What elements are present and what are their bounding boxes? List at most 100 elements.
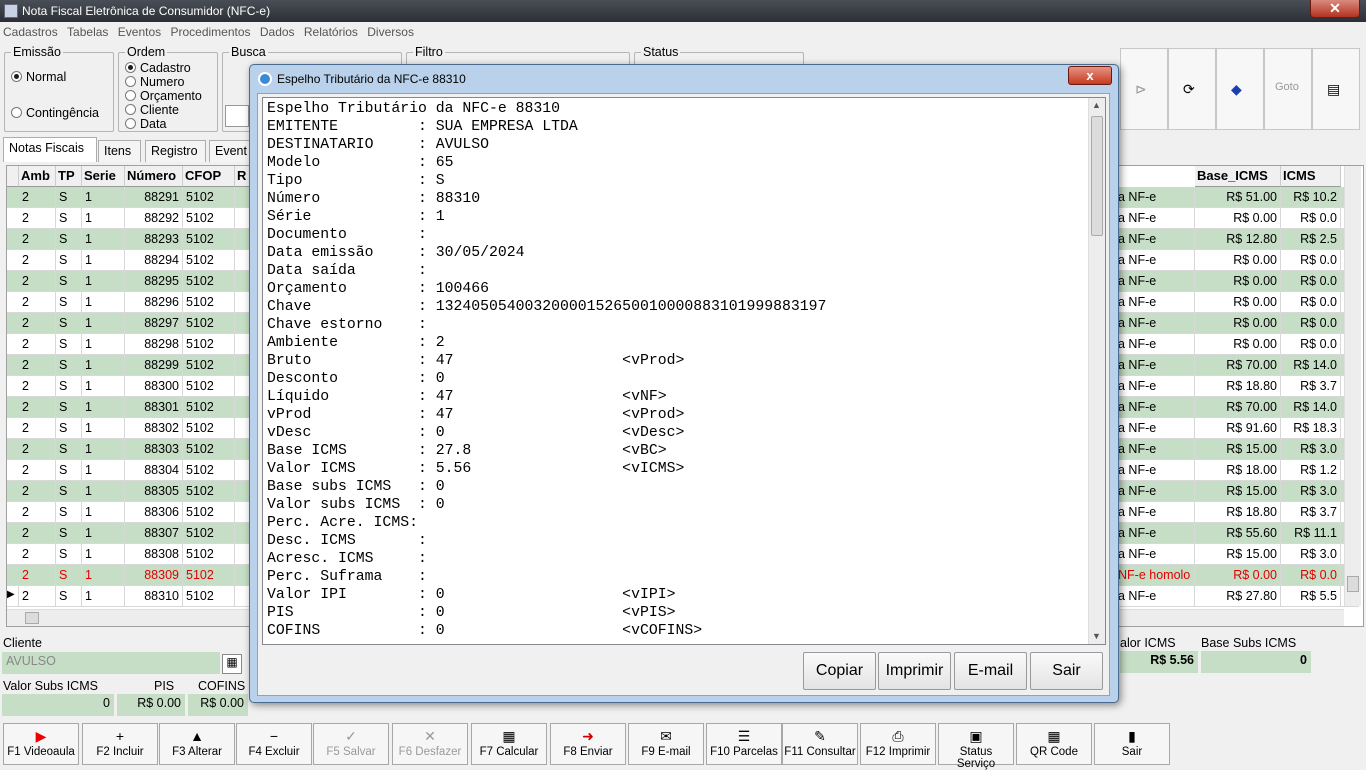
fkey-f1-videoaula-button[interactable]: ▶ F1 Videoaula xyxy=(3,723,79,765)
cell-serie[interactable]: 1 xyxy=(82,481,125,501)
cell-tp[interactable]: S xyxy=(56,292,82,312)
copiar-button[interactable]: Copiar xyxy=(803,652,876,690)
espelho-text-area[interactable]: Espelho Tributário da NFC-e 88310 EMITEN… xyxy=(262,97,1106,645)
cell-icms[interactable]: R$ 10.2 xyxy=(1281,187,1341,207)
menu-diversos[interactable]: Diversos xyxy=(367,22,414,39)
cell-base[interactable]: R$ 0.00 xyxy=(1195,250,1281,270)
cell-numero[interactable]: 88296 xyxy=(125,292,183,312)
cell-obs[interactable]: a NF-e xyxy=(1115,208,1195,228)
menu-eventos[interactable]: Eventos xyxy=(118,22,161,39)
cell-amb[interactable]: 2 xyxy=(19,439,56,459)
cell-obs[interactable]: a NF-e xyxy=(1115,334,1195,354)
cell-tp[interactable]: S xyxy=(56,565,82,585)
cell-base[interactable]: R$ 15.00 xyxy=(1195,439,1281,459)
cell-obs[interactable]: a NF-e xyxy=(1115,502,1195,522)
ordem-cliente-radio[interactable]: Cliente xyxy=(125,103,179,117)
espelho-content[interactable]: Espelho Tributário da NFC-e 88310 EMITEN… xyxy=(263,98,1105,642)
cell-tp[interactable]: S xyxy=(56,544,82,564)
cell-tp[interactable]: S xyxy=(56,397,82,417)
cell-amb[interactable]: 2 xyxy=(19,418,56,438)
cell-base[interactable]: R$ 0.00 xyxy=(1195,334,1281,354)
cell-amb[interactable]: 2 xyxy=(19,502,56,522)
cell-cfop[interactable]: 5102 xyxy=(183,376,235,396)
cell-icms[interactable]: R$ 11.1 xyxy=(1281,523,1341,543)
menu-cadastros[interactable]: Cadastros xyxy=(3,22,58,39)
fkey-f3-alterar-button[interactable]: ▲ F3 Alterar xyxy=(159,723,235,765)
cell-icms[interactable]: R$ 5.5 xyxy=(1281,586,1341,606)
cell-amb[interactable]: 2 xyxy=(19,271,56,291)
cell-base[interactable]: R$ 0.00 xyxy=(1195,565,1281,585)
cell-numero[interactable]: 88301 xyxy=(125,397,183,417)
cell-amb[interactable]: 2 xyxy=(19,544,56,564)
fkey-f8-enviar-button[interactable]: ➜ F8 Enviar xyxy=(550,723,626,765)
cell-serie[interactable]: 1 xyxy=(82,397,125,417)
cell-base[interactable]: R$ 0.00 xyxy=(1195,208,1281,228)
cell-icms[interactable]: R$ 3.7 xyxy=(1281,376,1341,396)
cell-numero[interactable]: 88310 xyxy=(125,586,183,606)
cell-numero[interactable]: 88291 xyxy=(125,187,183,207)
emissao-normal-radio[interactable]: Normal xyxy=(11,70,66,84)
cell-cfop[interactable]: 5102 xyxy=(183,544,235,564)
cell-amb[interactable]: 2 xyxy=(19,187,56,207)
fkey-status-servi-o-button[interactable]: ▣ Status Serviço xyxy=(938,723,1014,770)
cell-base[interactable]: R$ 18.80 xyxy=(1195,502,1281,522)
header-icms[interactable]: ICMS xyxy=(1281,166,1341,187)
cell-serie[interactable]: 1 xyxy=(82,460,125,480)
cell-numero[interactable]: 88294 xyxy=(125,250,183,270)
fkey-f12-imprimir-button[interactable]: ⎙ F12 Imprimir xyxy=(860,723,936,765)
cell-tp[interactable]: S xyxy=(56,586,82,606)
header-amb[interactable]: Amb xyxy=(19,166,56,187)
cell-obs[interactable]: a NF-e xyxy=(1115,523,1195,543)
cell-obs[interactable]: a NF-e xyxy=(1115,313,1195,333)
cell-base[interactable]: R$ 51.00 xyxy=(1195,187,1281,207)
cell-serie[interactable]: 1 xyxy=(82,187,125,207)
cell-tp[interactable]: S xyxy=(56,460,82,480)
cell-obs[interactable]: a NF-e xyxy=(1115,397,1195,417)
cell-obs[interactable]: a NF-e xyxy=(1115,481,1195,501)
cell-base[interactable]: R$ 0.00 xyxy=(1195,271,1281,291)
cell-numero[interactable]: 88297 xyxy=(125,313,183,333)
cell-base[interactable]: R$ 70.00 xyxy=(1195,397,1281,417)
cell-numero[interactable]: 88293 xyxy=(125,229,183,249)
cell-serie[interactable]: 1 xyxy=(82,544,125,564)
cell-tp[interactable]: S xyxy=(56,523,82,543)
grid-vertical-scrollbar[interactable] xyxy=(1344,166,1361,606)
cell-amb[interactable]: 2 xyxy=(19,334,56,354)
cell-cfop[interactable]: 5102 xyxy=(183,355,235,375)
cell-obs[interactable]: a NF-e xyxy=(1115,355,1195,375)
cell-cfop[interactable]: 5102 xyxy=(183,481,235,501)
fkey-f2-incluir-button[interactable]: + F2 Incluir xyxy=(82,723,158,765)
cell-cfop[interactable]: 5102 xyxy=(183,397,235,417)
cell-numero[interactable]: 88303 xyxy=(125,439,183,459)
cell-numero[interactable]: 88307 xyxy=(125,523,183,543)
cell-amb[interactable]: 2 xyxy=(19,460,56,480)
cell-serie[interactable]: 1 xyxy=(82,565,125,585)
cell-serie[interactable]: 1 xyxy=(82,376,125,396)
tab-notas-fiscais[interactable]: Notas Fiscais xyxy=(3,137,97,162)
cell-numero[interactable]: 88298 xyxy=(125,334,183,354)
cell-obs[interactable]: a NF-e xyxy=(1115,250,1195,270)
cell-obs[interactable]: a NF-e xyxy=(1115,187,1195,207)
tab-registro[interactable]: Registro xyxy=(145,140,206,162)
cell-cfop[interactable]: 5102 xyxy=(183,208,235,228)
cell-obs[interactable]: a NF-e xyxy=(1115,271,1195,291)
cell-base[interactable]: R$ 27.80 xyxy=(1195,586,1281,606)
ordem-data-radio[interactable]: Data xyxy=(125,117,166,131)
cell-amb[interactable]: 2 xyxy=(19,565,56,585)
scroll-up-icon[interactable]: ▲ xyxy=(1092,100,1101,110)
cell-base[interactable]: R$ 0.00 xyxy=(1195,292,1281,312)
cell-icms[interactable]: R$ 0.0 xyxy=(1281,208,1341,228)
goto-button[interactable]: Goto xyxy=(1264,48,1312,130)
ordem-orcamento-radio[interactable]: Orçamento xyxy=(125,89,202,103)
cell-serie[interactable]: 1 xyxy=(82,208,125,228)
cell-serie[interactable]: 1 xyxy=(82,313,125,333)
cell-tp[interactable]: S xyxy=(56,418,82,438)
cell-cfop[interactable]: 5102 xyxy=(183,250,235,270)
valor-subs-field[interactable]: 0 xyxy=(2,694,114,716)
menu-procedimentos[interactable]: Procedimentos xyxy=(170,22,250,39)
cell-icms[interactable]: R$ 3.0 xyxy=(1281,439,1341,459)
cell-numero[interactable]: 88305 xyxy=(125,481,183,501)
header-numero[interactable]: Número xyxy=(125,166,183,187)
memo-scroll-thumb[interactable] xyxy=(1091,116,1103,236)
cell-base[interactable]: R$ 91.60 xyxy=(1195,418,1281,438)
